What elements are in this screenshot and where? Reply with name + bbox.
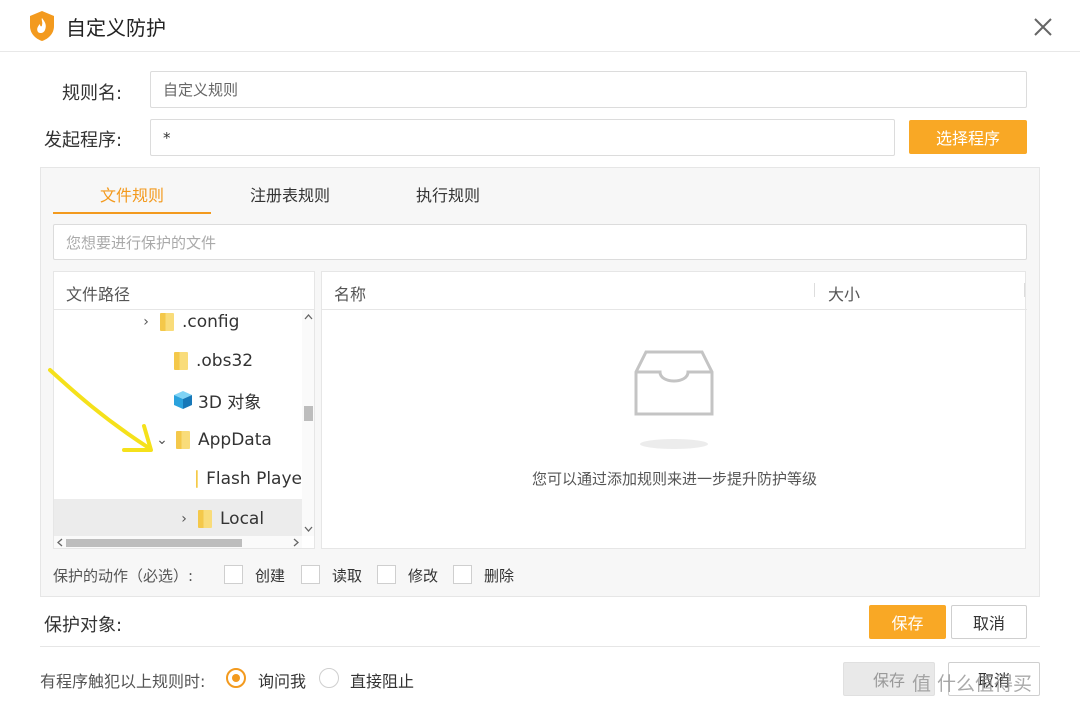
list-header-divider [322, 309, 1027, 310]
close-icon[interactable] [1030, 14, 1056, 40]
checkbox-modify[interactable] [377, 565, 396, 584]
tree-horizontal-scrollbar[interactable] [54, 536, 302, 548]
tree-item-flash-player[interactable]: Flash Playe [54, 459, 302, 499]
folder-icon [160, 313, 174, 331]
inner-save-button[interactable]: 保存 [869, 605, 946, 639]
folder-icon [176, 431, 190, 449]
program-value: * [163, 128, 171, 147]
tree-item-label: .obs32 [196, 351, 254, 371]
checkbox-read-label[interactable]: 读取 [332, 565, 362, 586]
radio-ask-me-label[interactable]: 询问我 [258, 668, 306, 692]
checkbox-create-label[interactable]: 创建 [255, 565, 285, 586]
chevron-right-icon[interactable]: › [176, 511, 192, 527]
3d-cube-icon [174, 391, 192, 409]
actions-label: 保护的动作（必选）: [53, 567, 194, 585]
scrollbar-thumb[interactable] [66, 539, 242, 547]
folder-icon [198, 510, 212, 528]
checkbox-modify-label[interactable]: 修改 [408, 565, 438, 586]
tab-registry-rules[interactable]: 注册表规则 [211, 182, 369, 214]
column-divider [1024, 283, 1025, 297]
tree-item-local[interactable]: › Local [54, 499, 302, 539]
select-program-button[interactable]: 选择程序 [909, 120, 1027, 154]
empty-state-text: 您可以通过添加规则来进一步提升防护等级 [531, 470, 817, 488]
window-title: 自定义防护 [66, 16, 166, 40]
annotation-arrow-icon [48, 368, 153, 452]
checkbox-delete-label[interactable]: 删除 [484, 565, 514, 586]
checkbox-create[interactable] [224, 565, 243, 584]
rule-name-label: 规则名: [62, 83, 123, 104]
section-divider [40, 646, 1040, 647]
tab-file-rules[interactable]: 文件规则 [53, 182, 211, 214]
protected-file-input[interactable]: 您想要进行保护的文件 [53, 224, 1027, 260]
scrollbar-thumb[interactable] [304, 406, 313, 421]
file-list: 名称 大小 您可以通过添加规则来进一步提升防护等级 [321, 271, 1027, 549]
radio-ask-me[interactable] [226, 668, 246, 688]
col-name-header[interactable]: 名称 [334, 281, 366, 305]
tree-item-label: .config [182, 312, 240, 332]
rule-name-input[interactable]: 自定义规则 [150, 71, 1027, 108]
app-logo-icon [30, 11, 54, 41]
watermark: 值 什么值得买 [912, 673, 1033, 695]
tree-item-label: AppData [198, 430, 272, 450]
folder-icon [196, 470, 199, 488]
scroll-right-icon[interactable] [291, 537, 301, 548]
inner-cancel-button[interactable]: 取消 [951, 605, 1027, 639]
program-input[interactable]: * [150, 119, 895, 156]
tree-item-label: 3D 对象 [198, 392, 262, 413]
tree-item-config[interactable]: › .config [54, 302, 302, 342]
col-size-header[interactable]: 大小 [828, 281, 860, 305]
tree-item-label: Flash Playe [206, 469, 302, 489]
scroll-left-icon[interactable] [55, 537, 65, 548]
trigger-label: 有程序触犯以上规则时: [40, 672, 206, 691]
tree-item-label: Local [220, 509, 265, 529]
scroll-down-icon[interactable] [303, 524, 314, 534]
checkbox-read[interactable] [301, 565, 320, 584]
radio-block-directly-label[interactable]: 直接阻止 [350, 668, 414, 692]
column-divider[interactable] [814, 283, 815, 297]
folder-icon [174, 352, 188, 370]
radio-block-directly[interactable] [319, 668, 339, 688]
scroll-up-icon[interactable] [303, 312, 314, 322]
checkbox-delete[interactable] [453, 565, 472, 584]
program-label: 发起程序: [44, 130, 123, 151]
tree-vertical-scrollbar[interactable] [302, 310, 314, 536]
rule-name-placeholder: 自定义规则 [163, 81, 239, 99]
protected-file-placeholder: 您想要进行保护的文件 [66, 233, 217, 252]
tab-exec-rules[interactable]: 执行规则 [369, 182, 527, 214]
protect-target-label: 保护对象: [44, 615, 123, 636]
empty-inbox-icon [634, 350, 714, 449]
chevron-right-icon[interactable]: › [138, 314, 154, 330]
